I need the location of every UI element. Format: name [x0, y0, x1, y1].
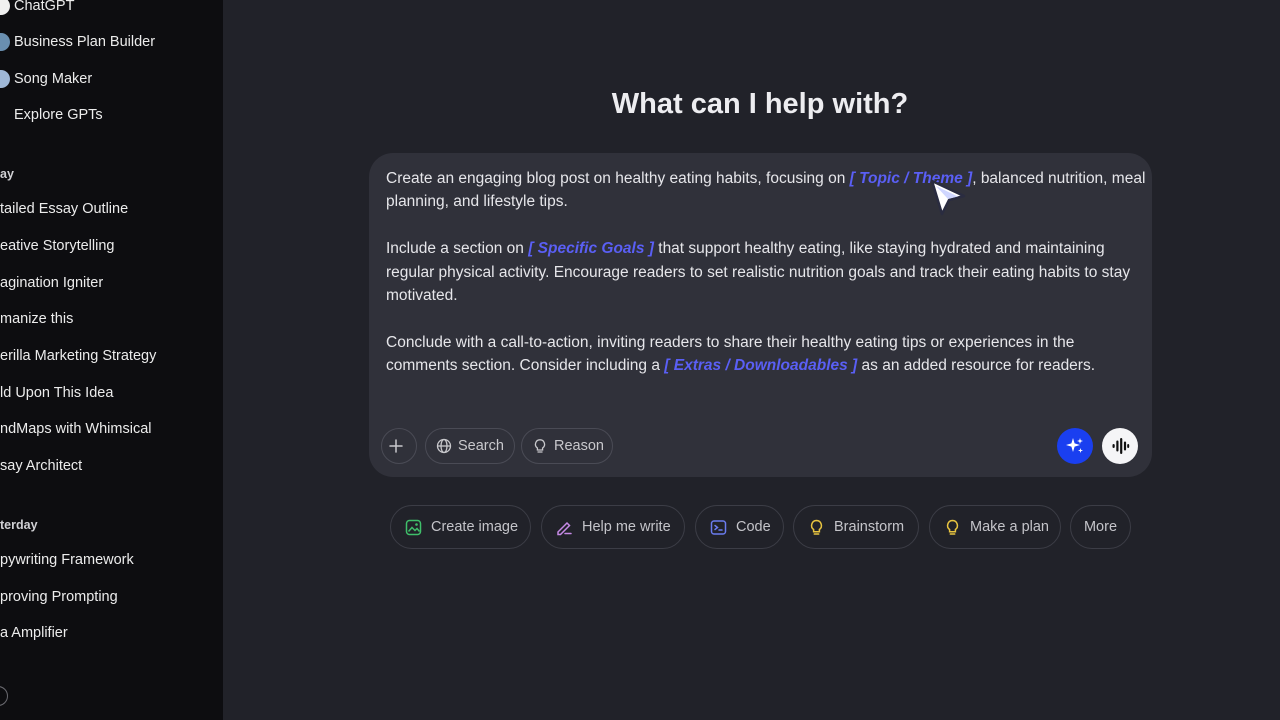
image-icon — [405, 519, 422, 535]
pen-icon — [557, 521, 572, 535]
song-maker-icon — [0, 70, 10, 88]
voice-mode-button[interactable] — [1102, 428, 1138, 464]
history-item[interactable]: a Amplifier — [0, 625, 68, 641]
composer: Create an engaging blog post on healthy … — [369, 153, 1152, 477]
section-yesterday: terday — [0, 518, 38, 532]
history-item[interactable]: ld Upon This Idea — [0, 385, 113, 401]
enhance-prompt-button[interactable] — [1057, 428, 1093, 464]
suggestion-make-a-plan[interactable]: Make a plan — [929, 505, 1061, 549]
history-item[interactable]: pywriting Framework — [0, 552, 134, 568]
explore-gpts[interactable]: Explore GPTs — [0, 101, 103, 129]
suggestion-brainstorm[interactable]: Brainstorm — [793, 505, 919, 549]
page-title: What can I help with? — [611, 88, 909, 120]
bulb-icon — [810, 519, 823, 535]
gpt-item-business-plan-builder[interactable]: Business Plan Builder — [0, 28, 155, 56]
user-avatar[interactable] — [0, 686, 8, 706]
suggestion-code[interactable]: Code — [695, 505, 784, 549]
reason-button[interactable]: Reason — [521, 428, 613, 464]
prompt-paragraph-1: Create an engaging blog post on healthy … — [386, 170, 1146, 211]
explore-icon — [0, 106, 10, 124]
sidebar: ChatGPT Business Plan Builder Song Maker… — [0, 0, 223, 720]
gpt-item-song-maker[interactable]: Song Maker — [0, 65, 92, 93]
history-item[interactable]: say Architect — [0, 458, 82, 474]
bulb-icon — [534, 439, 546, 453]
suggestion-create-image[interactable]: Create image — [390, 505, 531, 549]
business-plan-icon — [0, 33, 10, 51]
history-item[interactable]: tailed Essay Outline — [0, 201, 128, 217]
history-item[interactable]: erilla Marketing Strategy — [0, 348, 156, 364]
history-item[interactable]: eative Storytelling — [0, 238, 114, 254]
history-item[interactable]: ndMaps with Whimsical — [0, 421, 152, 437]
gpt-item-chatgpt[interactable]: ChatGPT — [0, 0, 74, 20]
search-button[interactable]: Search — [425, 428, 515, 464]
history-item[interactable]: proving Prompting — [0, 589, 118, 605]
prompt-variable-goals[interactable]: [ Specific Goals ] — [528, 240, 654, 257]
history-item[interactable]: manize this — [0, 311, 73, 327]
prompt-paragraph-3: Conclude with a call-to-action, inviting… — [386, 333, 1096, 375]
mouse-cursor-icon — [930, 179, 966, 216]
voice-waveform-icon — [1112, 438, 1130, 454]
chatgpt-icon — [0, 0, 10, 15]
terminal-icon — [710, 519, 727, 535]
bulb-icon — [946, 519, 959, 535]
history-item[interactable]: agination Igniter — [0, 275, 103, 291]
suggestion-help-me-write[interactable]: Help me write — [541, 505, 685, 549]
sparkle-icon — [1066, 438, 1083, 453]
section-today: ay — [0, 167, 14, 181]
prompt-paragraph-2: Include a section on [ Specific Goals ] … — [386, 240, 1131, 305]
prompt-textarea[interactable]: Create an engaging blog post on healthy … — [386, 167, 1146, 401]
globe-icon — [436, 438, 452, 454]
suggestion-more[interactable]: More — [1070, 505, 1131, 549]
attach-button[interactable] — [381, 428, 417, 464]
prompt-variable-extras[interactable]: [ Extras / Downloadables ] — [664, 357, 857, 374]
plus-icon — [389, 439, 403, 453]
